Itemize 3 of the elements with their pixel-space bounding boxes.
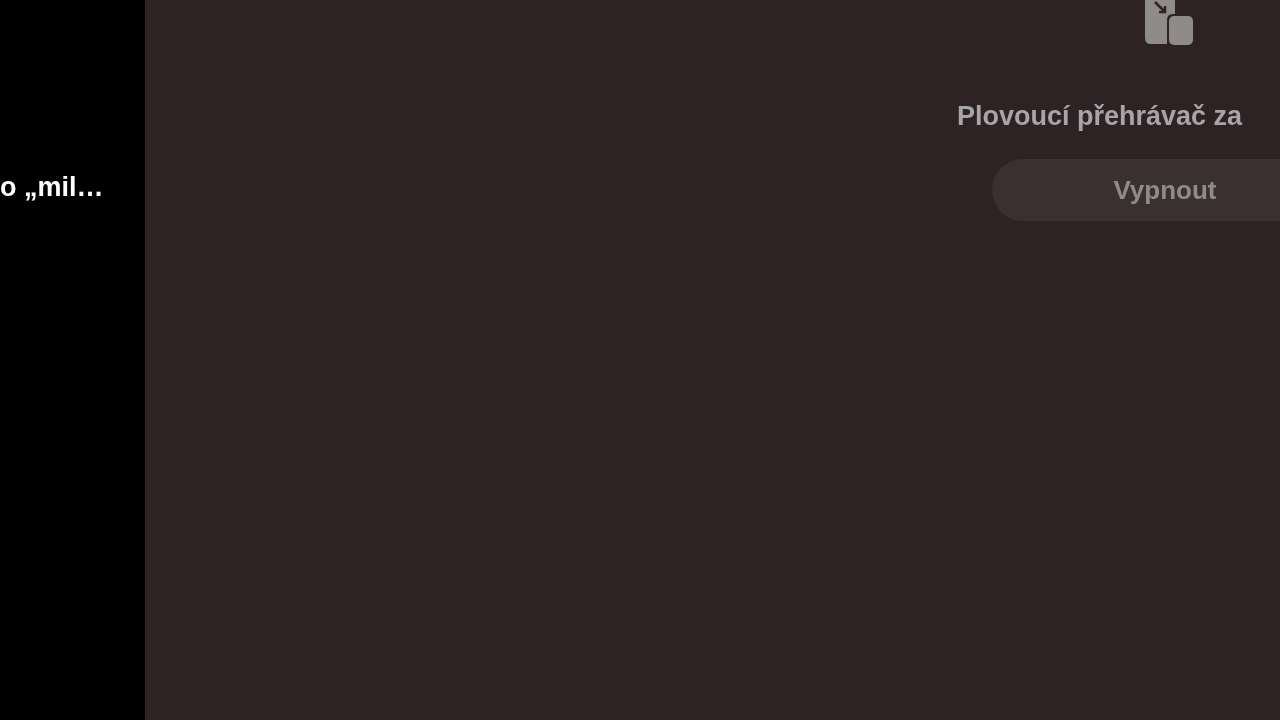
- panel-title: Plovoucí přehrávač za: [957, 100, 1244, 132]
- video-title: o „mil…: [0, 171, 104, 204]
- turn-off-button[interactable]: Vypnout: [992, 159, 1280, 221]
